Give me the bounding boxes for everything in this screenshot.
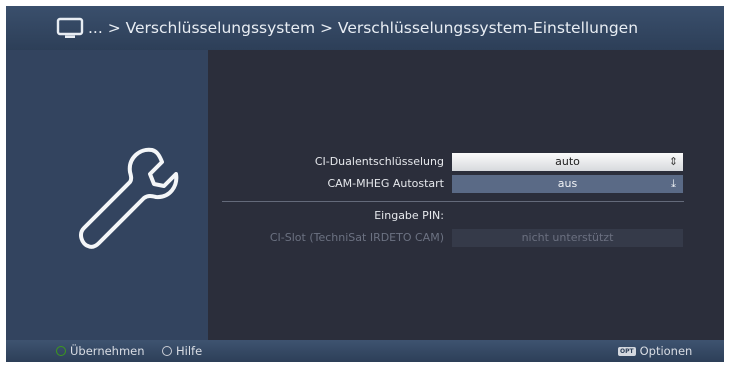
setting-row-cam-mheg[interactable]: CAM-MHEG Autostart aus ⤓ bbox=[208, 175, 724, 193]
white-button-icon bbox=[162, 346, 172, 356]
setting-label: Eingabe PIN: bbox=[374, 209, 444, 222]
accept-button[interactable]: Übernehmen bbox=[56, 343, 145, 359]
opt-key-icon: OPT bbox=[618, 346, 636, 356]
setting-value-text: auto bbox=[555, 155, 580, 168]
settings-panel: CI-Dualentschlüsselung auto ⇕ CAM-MHEG A… bbox=[208, 50, 724, 340]
help-button[interactable]: Hilfe bbox=[162, 343, 202, 359]
footer-bar: Übernehmen Hilfe OPT Optionen bbox=[6, 340, 724, 362]
options-label: Optionen bbox=[639, 344, 693, 358]
breadcrumb: ... > Verschlüsselungssystem > Verschlüs… bbox=[88, 19, 639, 37]
setting-value-field: nicht unterstützt bbox=[452, 229, 683, 247]
separator bbox=[222, 201, 684, 202]
side-panel bbox=[6, 50, 208, 340]
options-button[interactable]: OPT Optionen bbox=[618, 343, 692, 359]
screen: ... > Verschlüsselungssystem > Verschlüs… bbox=[6, 6, 724, 362]
setting-value-text: nicht unterstützt bbox=[521, 231, 614, 244]
setting-value-select[interactable]: auto ⇕ bbox=[452, 153, 683, 171]
help-label: Hilfe bbox=[176, 344, 203, 358]
setting-row-ci-slot: CI-Slot (TechniSat IRDETO CAM) nicht unt… bbox=[208, 229, 724, 247]
setting-row-ci-dual[interactable]: CI-Dualentschlüsselung auto ⇕ bbox=[208, 153, 724, 171]
tv-icon bbox=[56, 17, 84, 38]
setting-label: CI-Slot (TechniSat IRDETO CAM) bbox=[269, 231, 444, 244]
setting-row-pin[interactable]: Eingabe PIN: bbox=[208, 207, 724, 225]
green-button-icon bbox=[56, 346, 66, 356]
up-down-arrow-icon: ⇕ bbox=[668, 155, 679, 168]
wrench-icon bbox=[79, 147, 179, 249]
setting-value-select[interactable]: aus ⤓ bbox=[452, 175, 683, 193]
setting-label: CAM-MHEG Autostart bbox=[327, 177, 444, 190]
accept-label: Übernehmen bbox=[70, 344, 145, 358]
setting-label: CI-Dualentschlüsselung bbox=[314, 155, 444, 168]
down-arrow-icon: ⤓ bbox=[671, 177, 676, 190]
setting-value-text: aus bbox=[557, 177, 578, 190]
header-bar: ... > Verschlüsselungssystem > Verschlüs… bbox=[6, 6, 724, 50]
